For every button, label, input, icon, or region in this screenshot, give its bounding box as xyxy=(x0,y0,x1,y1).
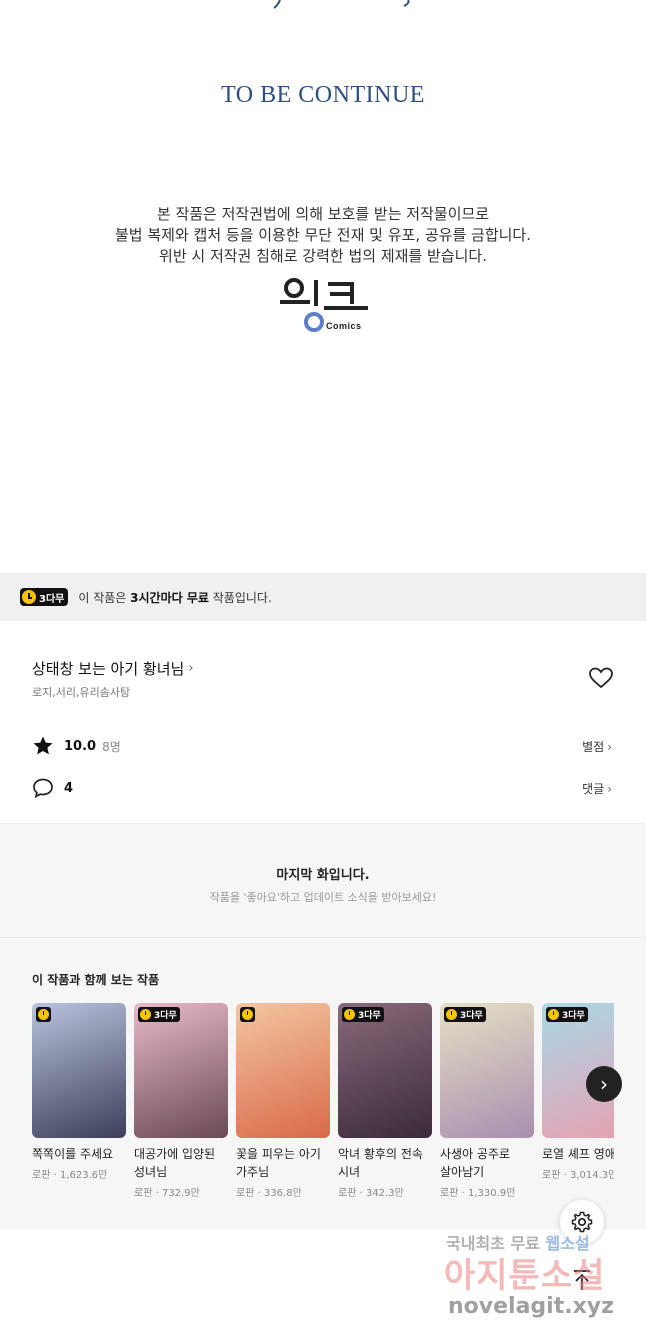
free-badge: 3다무 xyxy=(342,1007,384,1022)
recommendation-genre: 로판 xyxy=(338,1188,357,1199)
recommendation-genre: 로판 xyxy=(32,1170,51,1181)
recommendation-title: 쪽쪽이를 주세요 xyxy=(32,1147,114,1161)
recommendation-thumbnail: 3다무 xyxy=(440,1003,534,1138)
recommendation-title: 꽃을 피우는 아기 가주님 xyxy=(236,1147,321,1179)
comments-link[interactable]: 댓글 › xyxy=(582,780,612,797)
chevron-right-icon: › xyxy=(188,661,194,676)
recommendation-views: 1,330.9만 xyxy=(467,1188,516,1199)
free-text-bold: 3시간마다 무료 xyxy=(130,590,209,605)
recommendation-meta: 로판 · 336.8만 xyxy=(236,1188,302,1199)
recommendation-meta: 로판 · 732.9만 xyxy=(134,1188,200,1199)
clock-icon xyxy=(242,1009,253,1020)
clock-icon xyxy=(446,1009,457,1020)
recommendation-card[interactable]: 3다무 대공가에 입양된 성녀님 로판 · 732.9만 xyxy=(134,1003,228,1199)
recommendation-thumbnail xyxy=(236,1003,330,1138)
arrow-up-icon xyxy=(574,1270,590,1290)
recommendation-meta: 로판 · 3,014.3만 xyxy=(542,1166,614,1181)
clock-icon xyxy=(548,1009,559,1020)
recommendations-section: 이 작품과 함께 보는 작품 쪽쪽이를 주세요 로판 · 1,623.6만 3다… xyxy=(0,937,646,1229)
chevron-right-icon: › xyxy=(607,740,612,754)
copyright-notice: 본 작품은 저작권법에 의해 보호를 받는 저작물이므로 불법 복제와 캡처 등… xyxy=(0,204,646,267)
recommendation-views: 3,014.3만 xyxy=(569,1170,614,1181)
recommendation-genre: 로판 xyxy=(236,1188,255,1199)
free-text-prefix: 이 작품은 xyxy=(78,590,131,605)
webtoon-panel-edge xyxy=(273,0,410,9)
recommendation-views: 732.9만 xyxy=(161,1188,200,1199)
recommendations-heading: 이 작품과 함께 보는 작품 xyxy=(32,973,160,987)
recommendation-title: 대공가에 입양된 성녀님 xyxy=(134,1147,216,1179)
recommendation-card[interactable]: 꽃을 피우는 아기 가주님 로판 · 336.8만 xyxy=(236,1003,330,1199)
recommendation-thumbnail: 3다무 xyxy=(134,1003,228,1138)
free-text-suffix: 작품입니다. xyxy=(208,590,272,605)
series-title: 상태창 보는 아기 황녀님 xyxy=(32,660,185,678)
free-badge-label: 3다무 xyxy=(358,1011,381,1021)
watermark-line1-a: 국내최초 무료 xyxy=(446,1234,546,1253)
gear-icon xyxy=(571,1211,593,1233)
series-info: 상태창 보는 아기 황녀님 › 로지,서리,유리솜사탕 10.0 8명 별점 › … xyxy=(0,621,646,823)
free-badge-label: 3다무 xyxy=(154,1011,177,1021)
free-badge xyxy=(36,1007,51,1022)
recommendation-genre: 로판 xyxy=(440,1188,459,1199)
settings-button[interactable] xyxy=(560,1200,604,1244)
free-banner: 3다무 이 작품은 3시간마다 무료 작품입니다. xyxy=(0,573,646,621)
free-badge-label: 3다무 xyxy=(460,1011,483,1021)
recommendation-title: 악녀 황후의 전속 시녀 xyxy=(338,1147,423,1179)
recommendation-meta: 로판 · 342.3만 xyxy=(338,1188,404,1199)
clock-icon xyxy=(22,590,36,604)
copyright-line: 본 작품은 저작권법에 의해 보호를 받는 저작물이므로 xyxy=(156,205,490,223)
comment-icon xyxy=(33,778,53,799)
clock-icon xyxy=(344,1009,355,1020)
rating-value: 10.0 xyxy=(64,738,97,754)
carousel-next-button[interactable]: › xyxy=(586,1066,622,1102)
copyright-line: 위반 시 저작권 침해로 강력한 법의 제재를 받습니다. xyxy=(159,247,487,265)
series-authors: 로지,서리,유리솜사탕 xyxy=(32,686,131,699)
free-badge xyxy=(240,1007,255,1022)
recommendation-views: 1,623.6만 xyxy=(59,1170,108,1181)
free-badge: 3다무 xyxy=(20,588,69,606)
heart-icon[interactable] xyxy=(588,666,614,690)
chevron-right-icon: › xyxy=(600,1072,608,1096)
last-episode-title: 마지막 화입니다. xyxy=(276,868,370,883)
recommendation-title: 로열 셰프 영애 xyxy=(542,1147,614,1161)
scroll-top-button[interactable] xyxy=(560,1258,604,1302)
recommendation-meta: 로판 · 1,330.9만 xyxy=(440,1188,516,1199)
star-icon xyxy=(33,736,53,755)
last-episode-subtitle: 작품을 '좋아요'하고 업데이트 소식을 받아보세요! xyxy=(209,891,437,904)
free-badge: 3다무 xyxy=(444,1007,486,1022)
comment-row: 4 xyxy=(32,777,73,799)
comment-count: 4 xyxy=(64,780,74,796)
rating-link-label: 별점 xyxy=(582,740,605,754)
free-badge-label: 3다무 xyxy=(562,1011,585,1021)
clock-icon xyxy=(38,1009,49,1020)
recommendation-views: 336.8만 xyxy=(263,1188,302,1199)
recommendations-carousel: 쪽쪽이를 주세요 로판 · 1,623.6만 3다무 대공가에 입양된 성녀님 … xyxy=(32,1003,614,1213)
comments-link-label: 댓글 xyxy=(582,782,605,796)
recommendation-thumbnail: 3다무 xyxy=(338,1003,432,1138)
to-be-continued-text: TO BE CONTINUE xyxy=(221,82,425,108)
recommendation-thumbnail xyxy=(32,1003,126,1138)
free-badge-label: 3다무 xyxy=(39,593,65,605)
clock-icon xyxy=(140,1009,151,1020)
recommendation-card[interactable]: 3다무 사생아 공주로 살아남기 로판 · 1,330.9만 xyxy=(440,1003,534,1199)
chevron-right-icon: › xyxy=(607,782,612,796)
recommendation-card[interactable]: 쪽쪽이를 주세요 로판 · 1,623.6만 xyxy=(32,1003,126,1181)
rating-row: 10.0 8명 xyxy=(32,735,121,757)
recommendation-card[interactable]: 3다무 악녀 황후의 전속 시녀 로판 · 342.3만 xyxy=(338,1003,432,1199)
free-badge: 3다무 xyxy=(546,1007,588,1022)
free-banner-text: 이 작품은 3시간마다 무료 작품입니다. xyxy=(78,589,271,606)
series-title-link[interactable]: 상태창 보는 아기 황녀님 › xyxy=(32,658,194,679)
last-episode-notice: 마지막 화입니다. 작품을 '좋아요'하고 업데이트 소식을 받아보세요! xyxy=(0,823,646,938)
rating-link[interactable]: 별점 › xyxy=(582,738,612,755)
recommendation-meta: 로판 · 1,623.6만 xyxy=(32,1170,108,1181)
recommendation-title: 사생아 공주로 살아남기 xyxy=(440,1147,511,1179)
recommendation-genre: 로판 xyxy=(134,1188,153,1199)
free-badge: 3다무 xyxy=(138,1007,180,1022)
recommendation-views: 342.3만 xyxy=(365,1188,404,1199)
recommendation-genre: 로판 xyxy=(542,1170,561,1181)
copyright-line: 불법 복제와 캡처 등을 이용한 무단 전재 및 유포, 공유를 금합니다. xyxy=(114,226,532,244)
rating-count: 8명 xyxy=(102,739,121,754)
logo-subtitle: Comics xyxy=(326,321,362,331)
